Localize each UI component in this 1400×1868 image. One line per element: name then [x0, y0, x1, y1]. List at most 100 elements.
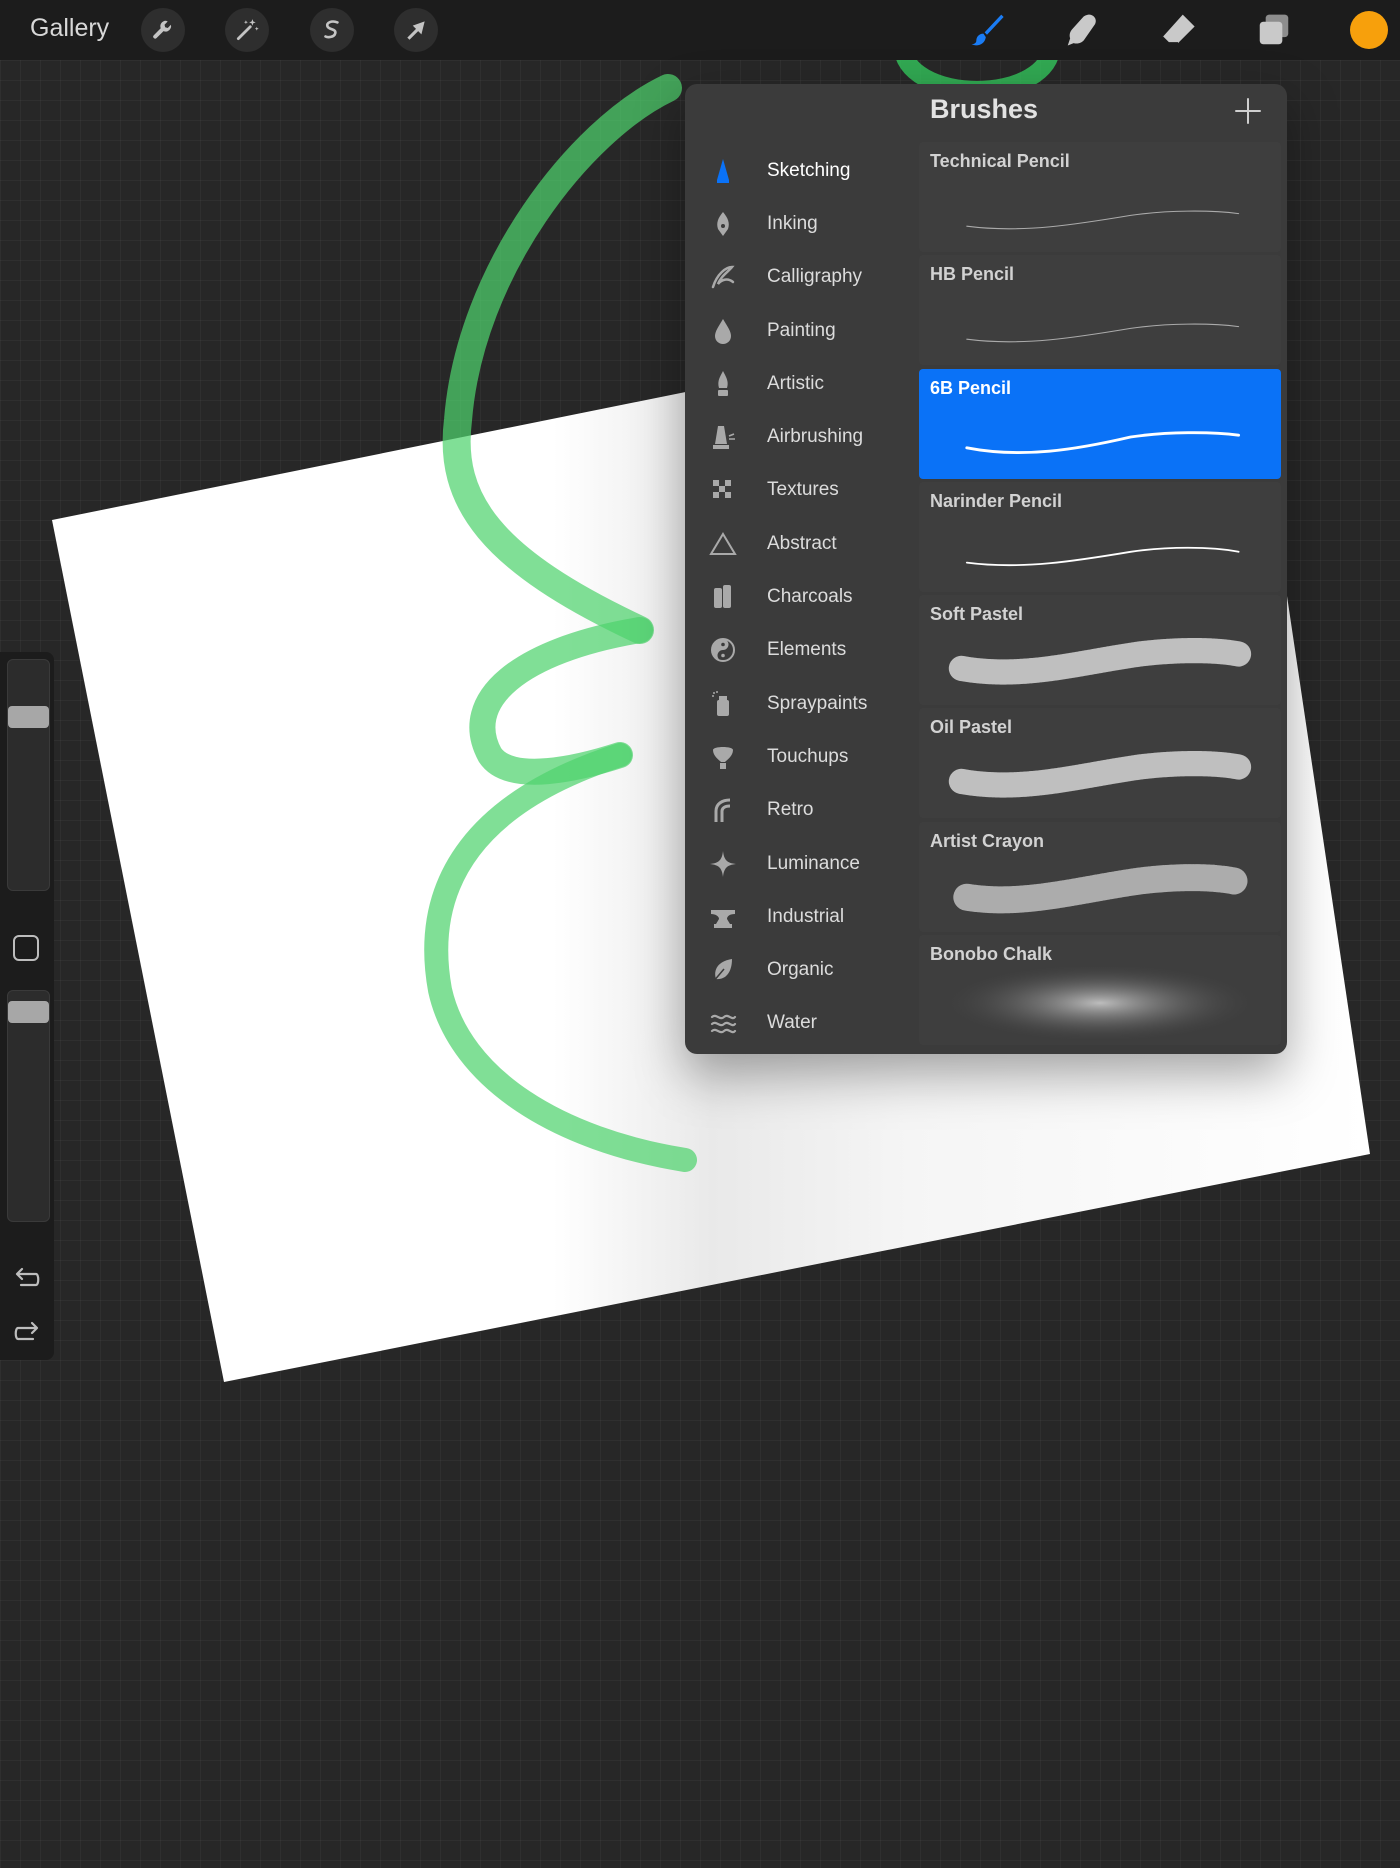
plus-icon[interactable]: [1231, 94, 1265, 128]
checker-texture-icon: [707, 474, 739, 506]
brush-stroke-preview: [966, 323, 1240, 343]
category-industrial[interactable]: Industrial: [685, 890, 917, 943]
modify-button[interactable]: [13, 935, 39, 961]
brush-stroke-preview: [953, 863, 1248, 914]
brush-item-soft-pastel[interactable]: Soft Pastel: [919, 595, 1281, 706]
wrench-icon: [153, 20, 172, 39]
category-label: Elements: [767, 639, 847, 661]
category-label: Artistic: [767, 372, 824, 394]
brush-name: HB Pencil: [930, 264, 1015, 285]
color-swatch-button[interactable]: [1350, 11, 1388, 49]
brush-name: Artist Crayon: [930, 830, 1045, 851]
category-abstract[interactable]: Abstract: [685, 517, 917, 570]
panel-title: Brushes: [930, 94, 1039, 124]
pen-nib-icon: [707, 208, 739, 240]
category-artistic[interactable]: Artistic: [685, 357, 917, 410]
opacity-slider-thumb[interactable]: [8, 1001, 49, 1024]
brush-name: Technical Pencil: [930, 151, 1070, 171]
category-textures[interactable]: Textures: [685, 464, 917, 517]
brush-list: Technical Pencil HB Pencil 6B Pencil Narind…: [919, 142, 1281, 1048]
brush-item-technical-pencil[interactable]: Technical Pencil: [919, 142, 1281, 252]
category-painting[interactable]: Painting: [685, 304, 917, 357]
gallery-button[interactable]: Gallery: [30, 14, 109, 43]
brush-size-slider[interactable]: [7, 659, 50, 891]
charcoal-icon: [707, 581, 739, 613]
brush-stroke-preview: [966, 210, 1240, 230]
brush-category-list: Sketching Inking Calligraphy Painting Artist…: [685, 144, 917, 1050]
category-label: Water: [767, 1012, 817, 1034]
category-label: Luminance: [767, 852, 860, 874]
brush-stroke-preview: [965, 430, 1241, 454]
left-sidebar: [0, 652, 54, 1360]
layers-button[interactable]: [1250, 6, 1298, 54]
category-label: Sketching: [767, 159, 851, 181]
triangle-icon: [707, 528, 739, 560]
magic-wand-icon: [236, 19, 259, 41]
undo-arrow-icon[interactable]: [12, 1264, 42, 1294]
category-label: Retro: [767, 799, 814, 821]
airbrush-icon: [707, 421, 739, 453]
category-label: Calligraphy: [767, 266, 863, 288]
category-label: Industrial: [767, 905, 845, 927]
top-toolbar: Gallery: [0, 0, 1400, 60]
brush-stroke-preview: [948, 751, 1252, 799]
redo-arrow-icon[interactable]: [12, 1318, 42, 1348]
brush-name: Bonobo Chalk: [930, 944, 1052, 965]
category-label: Charcoals: [767, 586, 853, 608]
category-sketching[interactable]: Sketching: [685, 144, 917, 197]
brush-item-hb-pencil[interactable]: HB Pencil: [919, 255, 1281, 366]
category-touchups[interactable]: Touchups: [685, 730, 917, 783]
smudge-tool-button[interactable]: [1058, 6, 1106, 54]
brush-item-narinder-pencil[interactable]: Narinder Pencil: [919, 481, 1281, 592]
anvil-icon: [707, 901, 739, 933]
waves-icon: [707, 1007, 739, 1039]
brush-icon: [971, 14, 1004, 46]
leaf-icon: [707, 954, 739, 986]
brush-name: Narinder Pencil: [930, 490, 1063, 511]
calligraphy-icon: [707, 261, 739, 293]
layers-icon: [1259, 14, 1289, 45]
category-organic[interactable]: Organic: [685, 943, 917, 996]
paint-drop-icon: [707, 315, 739, 347]
category-label: Inking: [767, 212, 818, 234]
brush-name: Soft Pastel: [930, 604, 1024, 625]
brush-tool-button[interactable]: [963, 6, 1011, 54]
category-spraypaints[interactable]: Spraypaints: [685, 677, 917, 730]
brush-stroke-preview: [948, 638, 1252, 685]
category-label: Organic: [767, 959, 834, 981]
category-label: Abstract: [767, 532, 837, 554]
eraser-tool-button[interactable]: [1154, 6, 1202, 54]
eraser-icon: [1161, 14, 1195, 44]
yin-yang-icon: [707, 634, 739, 666]
adjustments-button[interactable]: [225, 8, 269, 52]
category-charcoals[interactable]: Charcoals: [685, 570, 917, 623]
category-water[interactable]: Water: [685, 997, 917, 1050]
category-airbrushing[interactable]: Airbrushing: [685, 410, 917, 463]
selection-button[interactable]: [310, 8, 354, 52]
category-label: Touchups: [767, 745, 849, 767]
brush-size-slider-thumb[interactable]: [8, 705, 49, 728]
spray-can-icon: [707, 688, 739, 720]
brush-item-oil-pastel[interactable]: Oil Pastel: [919, 708, 1281, 819]
category-luminance[interactable]: Luminance: [685, 837, 917, 890]
brush-name: 6B Pencil: [930, 377, 1012, 398]
actions-button[interactable]: [141, 8, 185, 52]
opacity-slider[interactable]: [7, 990, 50, 1222]
retro-stripes-icon: [707, 794, 739, 826]
brush-item-artist-crayon[interactable]: Artist Crayon: [919, 821, 1281, 932]
brush-item-bonobo-chalk[interactable]: Bonobo Chalk: [919, 935, 1281, 1046]
green-squiggle-mark: [424, 74, 697, 1172]
category-calligraphy[interactable]: Calligraphy: [685, 251, 917, 304]
selection-s-icon: [324, 20, 339, 39]
category-inking[interactable]: Inking: [685, 197, 917, 250]
category-elements[interactable]: Elements: [685, 624, 917, 677]
category-retro[interactable]: Retro: [685, 784, 917, 837]
brush-item-6b-pencil[interactable]: 6B Pencil: [919, 368, 1281, 479]
brush-stroke-preview: [941, 967, 1259, 1040]
transform-button[interactable]: [394, 8, 438, 52]
brush-stroke-preview: [965, 546, 1240, 566]
category-label: Spraypaints: [767, 692, 868, 714]
category-label: Painting: [767, 319, 836, 341]
artistic-brush-icon: [707, 368, 739, 400]
touchup-brush-icon: [707, 741, 739, 773]
